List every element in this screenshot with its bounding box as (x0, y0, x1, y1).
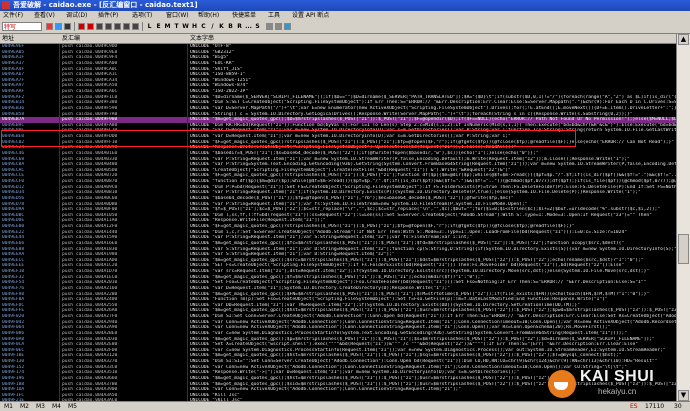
pause-icon[interactable] (87, 23, 94, 30)
menu-debug[interactable]: 调试(D) (66, 11, 87, 21)
handles-window-button[interactable]: H (191, 22, 198, 31)
restart-icon[interactable] (55, 23, 62, 30)
run-trace-window-button[interactable]: ... (245, 22, 252, 31)
watermark-site: hekaiyu.cn (598, 387, 637, 396)
tab-m2[interactable]: M2 (20, 403, 29, 411)
tab-m4[interactable]: M4 (52, 403, 61, 411)
cpu-window-button[interactable]: C (200, 22, 207, 31)
tab-m5[interactable]: M5 (68, 403, 77, 411)
memory-window-button[interactable]: M (164, 22, 171, 31)
row-container: 0049E9EF push caidao.0049C9DD UNICODE "UTF… (0, 44, 676, 401)
menu-tools[interactable]: 工具 (268, 11, 280, 21)
column-disassembly[interactable]: 反汇编 (62, 34, 80, 43)
open-icon[interactable] (46, 23, 53, 30)
source-window-button[interactable]: S (254, 22, 261, 31)
references-window-button[interactable]: R (236, 22, 243, 31)
menu-api-breakpoint[interactable]: 设置 API 断点 (292, 11, 329, 21)
options-icon[interactable] (275, 23, 282, 30)
menu-plugins[interactable]: 插件(P) (98, 11, 118, 21)
watermark-logo: KAI SHUI hekaiyu.cn (548, 366, 678, 402)
menu-window[interactable]: 窗口(W) (166, 11, 189, 21)
column-divider (59, 44, 60, 401)
patches-window-button[interactable]: / (209, 22, 216, 31)
trace-over-icon[interactable] (123, 23, 130, 30)
threads-window-button[interactable]: T (173, 22, 180, 31)
vertical-scrollbar[interactable]: ▲ ▼ (676, 34, 690, 401)
menu-options[interactable]: 选项(T) (132, 11, 152, 21)
status-value: 17110 (645, 403, 665, 410)
scroll-up-icon[interactable]: ▲ (678, 34, 689, 45)
scroll-down-icon[interactable]: ▼ (678, 390, 689, 401)
status-bar: M1 M2 M3 M4 M5 ES 17110 30 (0, 401, 690, 411)
menu-bar: 文件(F) 查看(V) 调试(D) 插件(P) 选项(T) 窗口(W) 帮助(H… (0, 11, 690, 21)
status-count: 30 (674, 403, 682, 410)
run-icon[interactable] (78, 23, 85, 30)
debugger-window: 吾爱破解 - caidao.exe - [反汇编窗口 - caidao.text… (0, 0, 690, 411)
menu-view[interactable]: 查看(V) (34, 11, 55, 21)
string-reference-list[interactable]: 0049E9EF push caidao.0049C9DD UNICODE "UTF… (0, 44, 676, 401)
windows-window-button[interactable]: W (182, 22, 189, 31)
step-over-icon[interactable] (105, 23, 112, 30)
log-window-button[interactable]: L (146, 22, 153, 31)
close-icon[interactable] (64, 23, 71, 30)
call-stack-window-button[interactable]: K (218, 22, 225, 31)
scroll-thumb[interactable] (678, 234, 689, 264)
help-icon[interactable] (284, 23, 291, 30)
execute-till-return-icon[interactable] (132, 23, 139, 30)
window-title: 吾爱破解 - caidao.exe - [反汇编窗口 - caidao.text… (13, 1, 198, 9)
toolbar-divider (142, 22, 143, 31)
search-input[interactable]: 特写 (2, 22, 42, 31)
app-icon (2, 1, 10, 9)
column-text-string[interactable]: 文本字串 (190, 34, 214, 43)
status-mode: ES (630, 403, 638, 410)
column-divider (187, 44, 188, 401)
cup-icon (548, 370, 576, 398)
column-header: 地址 反汇编 文本字串 (0, 34, 676, 44)
column-address[interactable]: 地址 (2, 34, 14, 43)
toolbar-divider (74, 22, 75, 31)
appearance-icon[interactable] (266, 23, 273, 30)
title-bar: 吾爱破解 - caidao.exe - [反汇编窗口 - caidao.text… (0, 0, 690, 11)
toolbar: 特写 L E M T W H C / K B R ... S (0, 21, 690, 34)
modules-window-button[interactable]: E (155, 22, 162, 31)
menu-file[interactable]: 文件(F) (3, 11, 23, 21)
menu-shortcut[interactable]: 快捷菜单 (232, 11, 256, 21)
menu-help[interactable]: 帮助(H) (198, 11, 219, 21)
tab-m3[interactable]: M3 (36, 403, 45, 411)
trace-into-icon[interactable] (114, 23, 121, 30)
breakpoints-window-button[interactable]: B (227, 22, 234, 31)
tab-m1[interactable]: M1 (4, 403, 13, 411)
watermark-brand: KAI SHUI (580, 368, 655, 385)
step-into-icon[interactable] (96, 23, 103, 30)
